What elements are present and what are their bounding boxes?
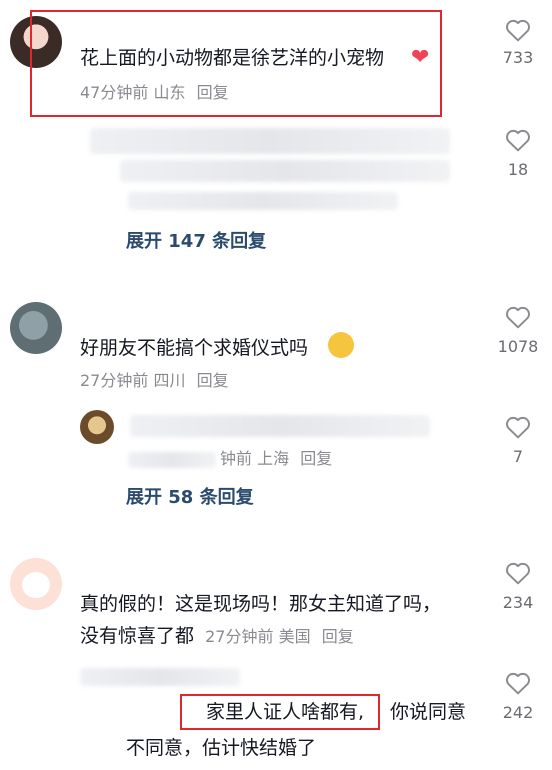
blurred-reply-content	[120, 160, 450, 182]
like-count: 234	[502, 593, 534, 612]
reply-button[interactable]: 回复	[197, 371, 229, 390]
blurred-reply-meta	[128, 192, 398, 210]
heart-emoji-icon: ❤	[411, 45, 430, 70]
like-button[interactable]	[488, 128, 548, 156]
reply-text: 你说同意	[390, 701, 467, 723]
reply-meta: 钟前 上海 回复	[220, 448, 332, 470]
comment-text-line2: 没有惊喜了都 27分钟前 美国 回复	[80, 622, 354, 650]
comment-time: 47分钟前	[80, 83, 149, 102]
comment-location: 山东	[153, 83, 186, 102]
like-button[interactable]	[488, 671, 548, 699]
comment-time: 27分钟前	[80, 371, 149, 390]
heart-outline-icon	[506, 129, 530, 152]
like-count: 1078	[497, 337, 539, 356]
like-count: 733	[502, 48, 534, 67]
comment-meta: 27分钟前 四川 回复	[80, 370, 229, 392]
like-button[interactable]	[488, 305, 548, 333]
avatar[interactable]	[10, 558, 62, 610]
like-button[interactable]	[488, 415, 548, 443]
like-button[interactable]	[488, 18, 548, 46]
comment-text: 真的假的！这是现场吗！那女主知道了吗，	[80, 593, 442, 615]
comment-location: 四川	[153, 371, 186, 390]
comment-text: 花上面的小动物都是徐艺洋的小宠物	[80, 47, 385, 69]
heart-outline-icon	[506, 19, 530, 42]
comment-time: 27分钟前	[205, 627, 274, 646]
like-button[interactable]	[488, 561, 548, 589]
comment-meta: 47分钟前 山东 回复	[80, 82, 229, 104]
reply-text-line2: 不同意，估计快结婚了	[126, 737, 317, 759]
comment-meta: 27分钟前 美国 回复	[205, 627, 354, 646]
emoji-sticker-icon	[328, 332, 354, 358]
reply-time: 钟前	[220, 449, 253, 468]
reply-location: 上海	[257, 449, 290, 468]
like-count: 7	[512, 447, 524, 466]
bunny-face-icon	[22, 572, 50, 598]
comment-text: 没有惊喜了都	[80, 625, 195, 647]
reply-button[interactable]: 回复	[197, 83, 229, 102]
expand-replies-link[interactable]: 展开 58 条回复	[126, 486, 254, 510]
heart-outline-icon	[506, 672, 530, 695]
avatar[interactable]	[80, 410, 114, 444]
blurred-reply-content	[130, 415, 430, 437]
avatar[interactable]	[10, 302, 62, 354]
like-count: 18	[507, 160, 529, 179]
reply-button[interactable]: 回复	[300, 449, 332, 468]
blurred-reply-meta	[128, 452, 216, 468]
reply-button[interactable]: 回复	[322, 627, 354, 646]
expand-replies-link[interactable]: 展开 147 条回复	[126, 230, 266, 254]
reply-text-highlight: 家里人证人啥都有,	[206, 701, 365, 723]
comment-text: 好朋友不能搞个求婚仪式吗	[80, 337, 309, 359]
comment-location: 美国	[278, 627, 311, 646]
like-count: 242	[502, 703, 534, 722]
heart-outline-icon	[506, 306, 530, 329]
blurred-reply-content	[90, 128, 450, 154]
heart-outline-icon	[506, 416, 530, 439]
heart-outline-icon	[506, 562, 530, 585]
blurred-reply-content	[80, 668, 240, 686]
